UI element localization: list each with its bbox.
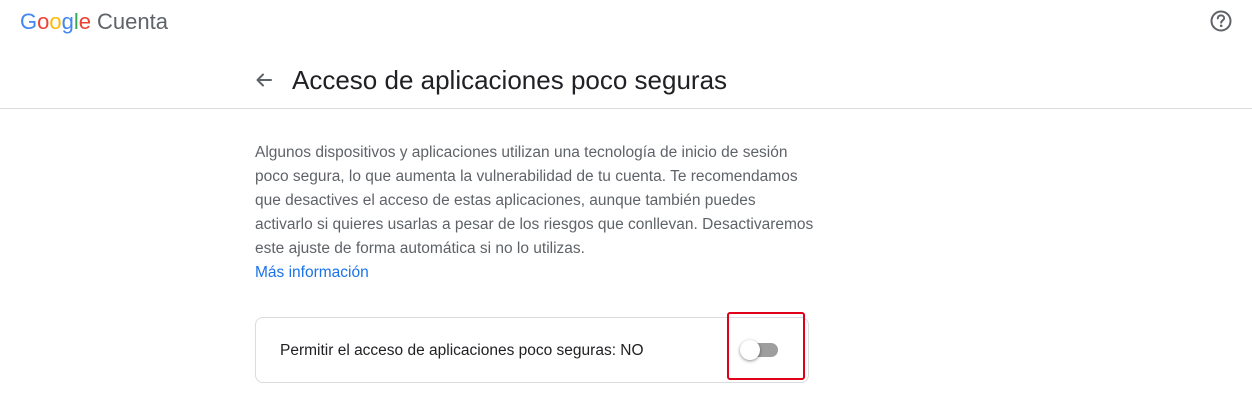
back-arrow-icon[interactable] bbox=[252, 68, 276, 92]
logo-letter: o bbox=[37, 9, 50, 34]
red-highlight-annotation bbox=[727, 312, 805, 380]
setting-card: Permitir el acceso de aplicaciones poco … bbox=[255, 317, 809, 383]
more-info-link[interactable]: Más información bbox=[255, 261, 369, 285]
logo-letter: e bbox=[78, 9, 92, 34]
logo-letter: g bbox=[61, 9, 74, 34]
top-bar: Google Cuenta bbox=[0, 0, 1252, 44]
help-icon[interactable] bbox=[1208, 8, 1234, 34]
main-content: Algunos dispositivos y aplicaciones util… bbox=[255, 141, 815, 285]
description-text: Algunos dispositivos y aplicaciones util… bbox=[255, 144, 814, 257]
logo-letter: o bbox=[49, 9, 62, 34]
setting-label: Permitir el acceso de aplicaciones poco … bbox=[280, 342, 644, 359]
google-account-logo[interactable]: Google Cuenta bbox=[20, 8, 168, 36]
product-name: Cuenta bbox=[97, 9, 168, 34]
page-title: Acceso de aplicaciones poco seguras bbox=[292, 65, 728, 95]
logo-letter: G bbox=[20, 9, 38, 34]
page-header: Acceso de aplicaciones poco seguras bbox=[0, 52, 1252, 109]
